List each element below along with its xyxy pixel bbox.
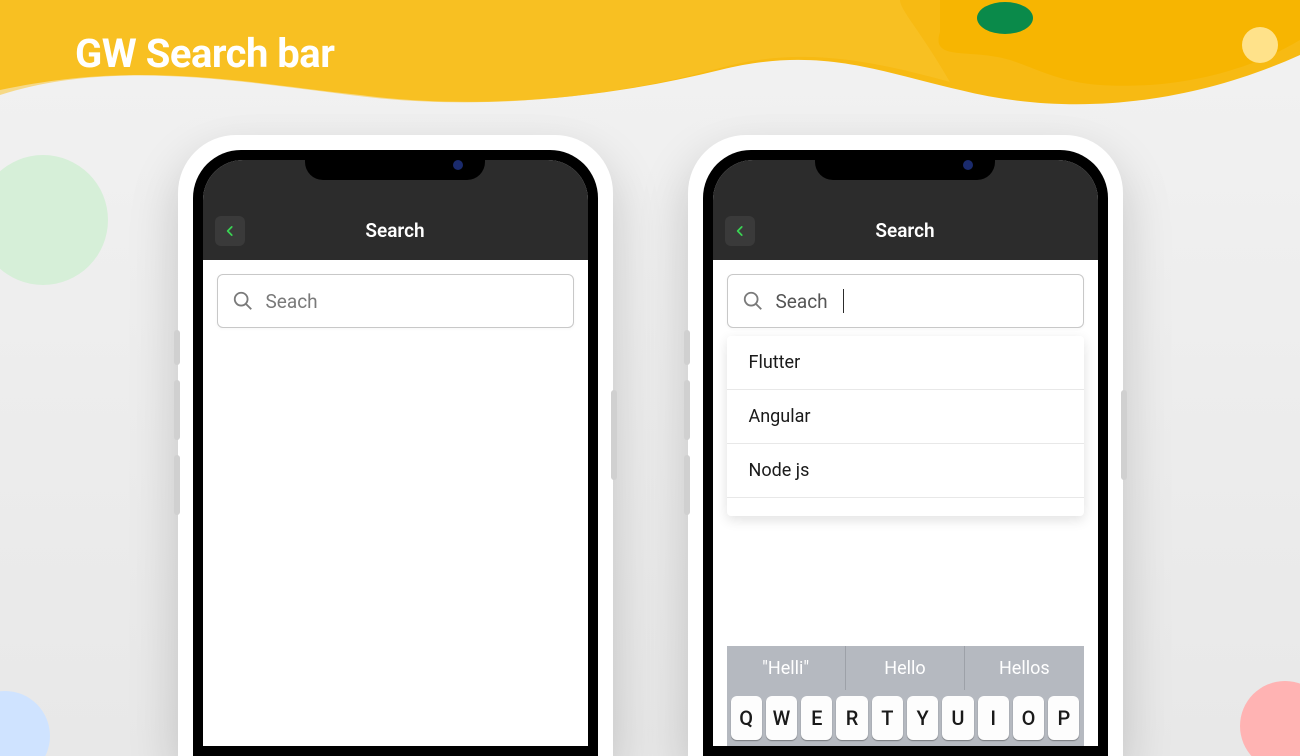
key-q[interactable]: Q: [731, 696, 762, 740]
search-icon: [742, 290, 764, 312]
back-button[interactable]: [215, 216, 245, 246]
search-suggestions: Flutter Angular Node js: [727, 336, 1084, 516]
back-button[interactable]: [725, 216, 755, 246]
keyboard-prediction-bar: "Helli" Hello Hellos: [727, 646, 1084, 690]
text-cursor: [843, 289, 845, 313]
search-placeholder: Seach: [266, 290, 318, 313]
search-input[interactable]: Seach: [217, 274, 574, 328]
key-t[interactable]: T: [872, 696, 903, 740]
nav-title: Search: [203, 219, 588, 242]
suggestion-item[interactable]: [727, 498, 1084, 516]
suggestion-item[interactable]: Angular: [727, 390, 1084, 444]
phone-mockup-empty: Search Seach: [178, 135, 613, 756]
key-w[interactable]: W: [766, 696, 797, 740]
keyboard-row: Q W E R T Y U I O P: [727, 690, 1084, 746]
nav-title: Search: [713, 219, 1098, 242]
key-e[interactable]: E: [801, 696, 832, 740]
search-icon: [232, 290, 254, 312]
key-y[interactable]: Y: [907, 696, 938, 740]
suggestion-item[interactable]: Flutter: [727, 336, 1084, 390]
phone-notch: [815, 150, 995, 180]
search-input[interactable]: Seach: [727, 274, 1084, 328]
key-o[interactable]: O: [1013, 696, 1044, 740]
key-r[interactable]: R: [836, 696, 867, 740]
phone-mockup-results: Search Seach Flutter Angular Node js: [688, 135, 1123, 756]
prediction-item[interactable]: Hellos: [965, 646, 1083, 690]
key-u[interactable]: U: [942, 696, 973, 740]
chevron-left-icon: [733, 224, 747, 238]
prediction-item[interactable]: "Helli": [727, 646, 846, 690]
prediction-item[interactable]: Hello: [846, 646, 965, 690]
search-value: Seach: [776, 290, 828, 313]
chevron-left-icon: [223, 224, 237, 238]
page-title: GW Search bar: [75, 30, 334, 77]
key-p[interactable]: P: [1048, 696, 1079, 740]
onscreen-keyboard: "Helli" Hello Hellos Q W E R T Y U: [727, 646, 1084, 746]
key-i[interactable]: I: [978, 696, 1009, 740]
phone-notch: [305, 150, 485, 180]
suggestion-item[interactable]: Node js: [727, 444, 1084, 498]
